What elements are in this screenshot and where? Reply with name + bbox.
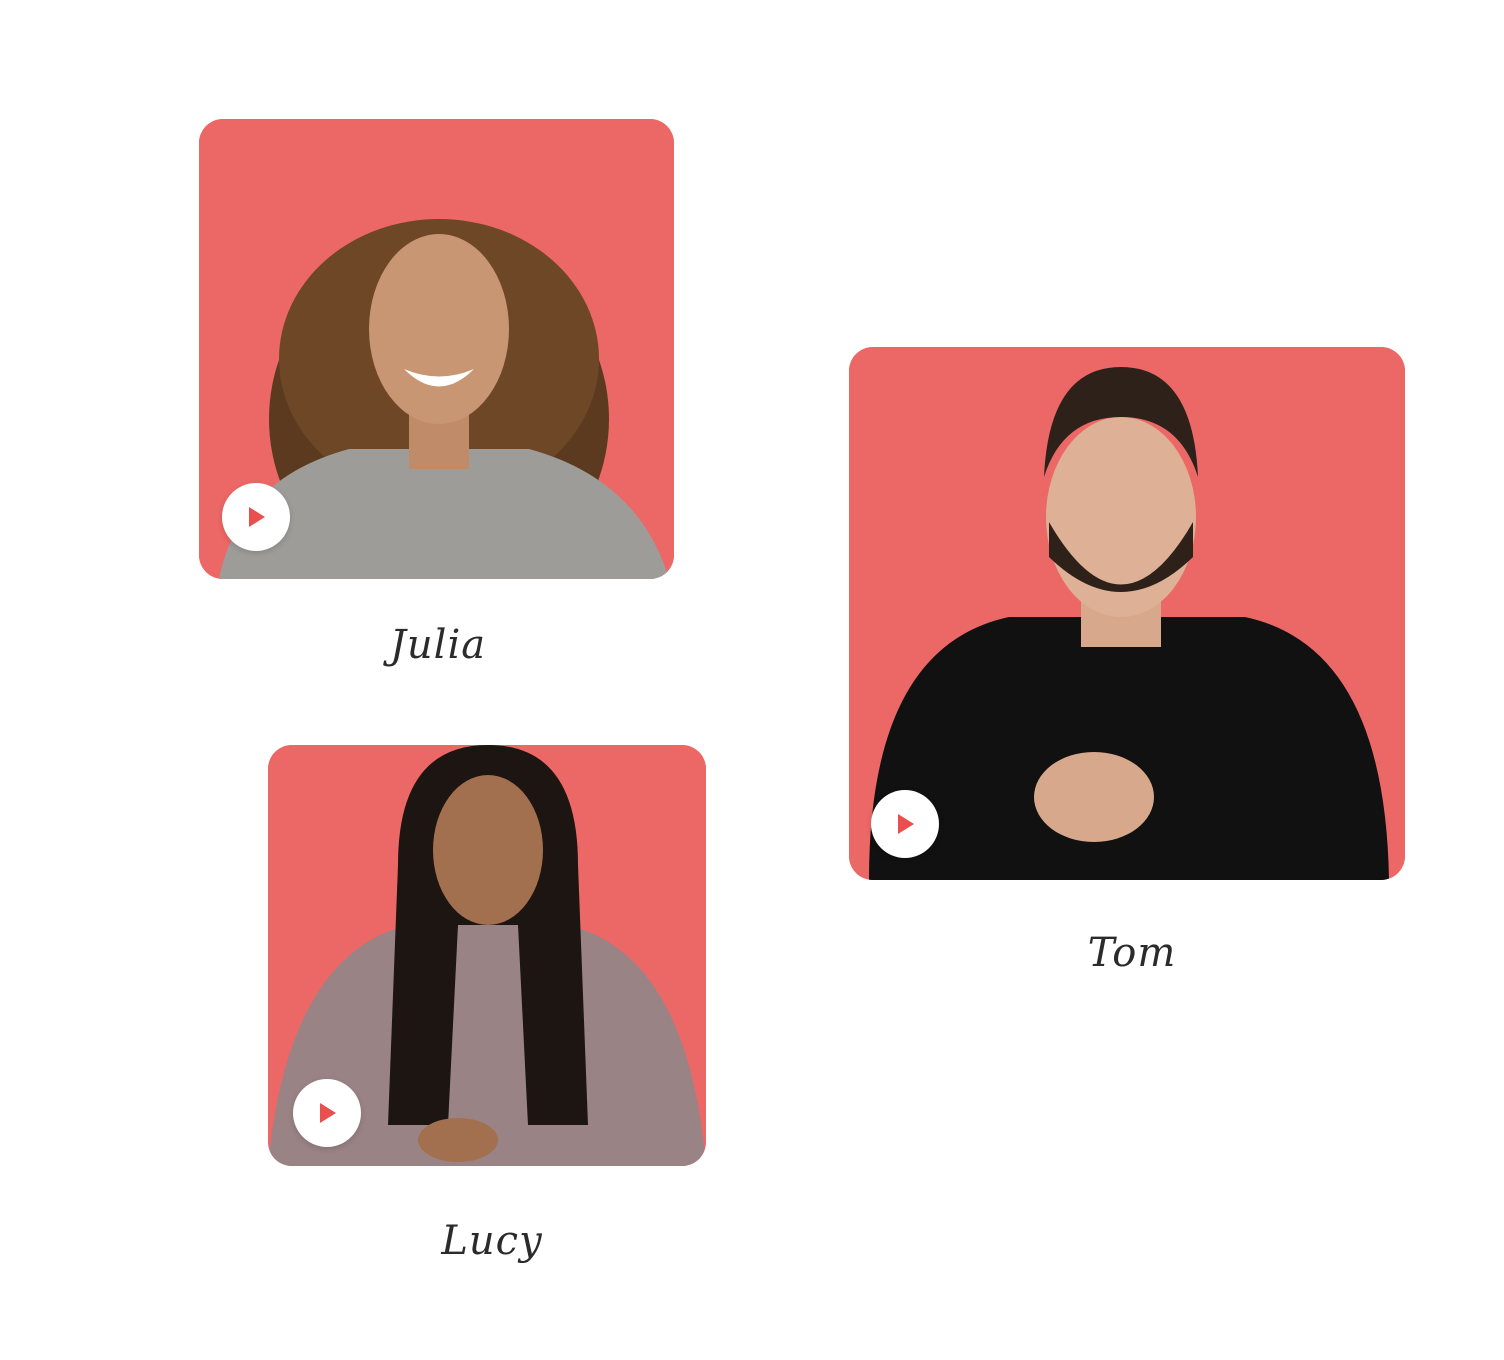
video-card-tom[interactable] [849, 347, 1405, 880]
video-gallery: Julia Tom Lucy [0, 0, 1504, 1360]
play-icon [898, 814, 914, 834]
play-icon [249, 507, 265, 527]
person-name-julia: Julia [389, 622, 487, 668]
play-button[interactable] [871, 790, 939, 858]
tom-video-thumbnail [849, 347, 1405, 880]
play-button[interactable] [293, 1079, 361, 1147]
person-name-lucy: Lucy [441, 1218, 543, 1264]
video-card-julia[interactable] [199, 119, 674, 579]
play-button[interactable] [222, 483, 290, 551]
play-icon [320, 1103, 336, 1123]
video-card-lucy[interactable] [268, 745, 706, 1166]
person-name-tom: Tom [1087, 930, 1177, 976]
